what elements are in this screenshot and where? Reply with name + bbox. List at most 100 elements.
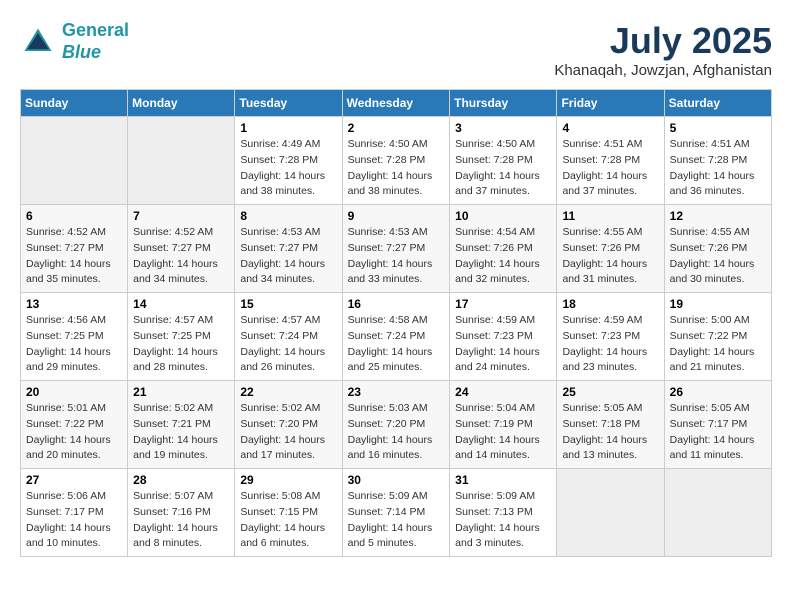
table-row: 5 Sunrise: 4:51 AMSunset: 7:28 PMDaylight… — [664, 117, 771, 205]
table-row: 7 Sunrise: 4:52 AMSunset: 7:27 PMDaylight… — [128, 205, 235, 293]
table-row: 28Sunrise: 5:07 AMSunset: 7:16 PMDayligh… — [128, 469, 235, 557]
day-number: 8 — [240, 209, 336, 223]
col-wednesday: Wednesday — [342, 90, 450, 117]
table-row: 1Sunrise: 4:49 AMSunset: 7:28 PMDaylight… — [235, 117, 342, 205]
table-row: 10 Sunrise: 4:54 AMSunset: 7:26 PMDayligh… — [450, 205, 557, 293]
table-row — [128, 117, 235, 205]
table-row: 16Sunrise: 4:58 AMSunset: 7:24 PMDayligh… — [342, 293, 450, 381]
day-number: 10 — [455, 209, 551, 223]
table-row: 2 Sunrise: 4:50 AMSunset: 7:28 PMDaylight… — [342, 117, 450, 205]
header: General Blue July 2025 Khanaqah, Jowzjan… — [20, 20, 772, 79]
logo-icon — [20, 24, 56, 60]
day-number: 17 — [455, 297, 551, 311]
day-info: Sunrise: 5:09 AMSunset: 7:14 PMDaylight:… — [348, 489, 445, 552]
table-row: 30Sunrise: 5:09 AMSunset: 7:14 PMDayligh… — [342, 469, 450, 557]
day-number: 5 — [670, 121, 766, 135]
table-row: 17 Sunrise: 4:59 AMSunset: 7:23 PMDayligh… — [450, 293, 557, 381]
day-number: 27 — [26, 473, 122, 487]
calendar-week-row: 1Sunrise: 4:49 AMSunset: 7:28 PMDaylight… — [21, 117, 772, 205]
col-tuesday: Tuesday — [235, 90, 342, 117]
day-info: Sunrise: 5:00 AMSunset: 7:22 PMDaylight:… — [670, 313, 766, 376]
day-number: 4 — [562, 121, 658, 135]
calendar: Sunday Monday Tuesday Wednesday Thursday… — [20, 89, 772, 557]
day-number: 23 — [348, 385, 445, 399]
calendar-week-row: 6 Sunrise: 4:52 AMSunset: 7:27 PMDaylight… — [21, 205, 772, 293]
table-row — [664, 469, 771, 557]
table-row — [21, 117, 128, 205]
logo-text: General Blue — [62, 20, 129, 63]
logo-line1: General — [62, 20, 129, 40]
day-info: Sunrise: 4:56 AMSunset: 7:25 PMDaylight:… — [26, 313, 122, 376]
day-info: Sunrise: 5:01 AMSunset: 7:22 PMDaylight:… — [26, 401, 122, 464]
day-info: Sunrise: 5:08 AMSunset: 7:15 PMDaylight:… — [240, 489, 336, 552]
table-row: 8 Sunrise: 4:53 AMSunset: 7:27 PMDaylight… — [235, 205, 342, 293]
table-row: 15Sunrise: 4:57 AMSunset: 7:24 PMDayligh… — [235, 293, 342, 381]
day-number: 7 — [133, 209, 229, 223]
day-number: 6 — [26, 209, 122, 223]
day-info: Sunrise: 4:50 AMSunset: 7:28 PMDaylight:… — [348, 137, 445, 200]
col-friday: Friday — [557, 90, 664, 117]
table-row: 27Sunrise: 5:06 AMSunset: 7:17 PMDayligh… — [21, 469, 128, 557]
table-row: 20 Sunrise: 5:01 AMSunset: 7:22 PMDayligh… — [21, 381, 128, 469]
col-saturday: Saturday — [664, 90, 771, 117]
table-row: 12Sunrise: 4:55 AMSunset: 7:26 PMDayligh… — [664, 205, 771, 293]
table-row: 31Sunrise: 5:09 AMSunset: 7:13 PMDayligh… — [450, 469, 557, 557]
day-info: Sunrise: 4:58 AMSunset: 7:24 PMDaylight:… — [348, 313, 445, 376]
col-thursday: Thursday — [450, 90, 557, 117]
day-number: 2 — [348, 121, 445, 135]
calendar-week-row: 13 Sunrise: 4:56 AMSunset: 7:25 PMDayligh… — [21, 293, 772, 381]
table-row: 22 Sunrise: 5:02 AMSunset: 7:20 PMDayligh… — [235, 381, 342, 469]
table-row: 11 Sunrise: 4:55 AMSunset: 7:26 PMDayligh… — [557, 205, 664, 293]
day-info: Sunrise: 4:54 AMSunset: 7:26 PMDaylight:… — [455, 225, 551, 288]
day-info: Sunrise: 5:02 AMSunset: 7:20 PMDaylight:… — [240, 401, 336, 464]
day-info: Sunrise: 5:09 AMSunset: 7:13 PMDaylight:… — [455, 489, 551, 552]
table-row — [557, 469, 664, 557]
day-info: Sunrise: 4:51 AMSunset: 7:28 PMDaylight:… — [670, 137, 766, 200]
table-row: 4 Sunrise: 4:51 AMSunset: 7:28 PMDaylight… — [557, 117, 664, 205]
day-info: Sunrise: 4:53 AMSunset: 7:27 PMDaylight:… — [240, 225, 336, 288]
table-row: 25Sunrise: 5:05 AMSunset: 7:18 PMDayligh… — [557, 381, 664, 469]
day-info: Sunrise: 5:04 AMSunset: 7:19 PMDaylight:… — [455, 401, 551, 464]
table-row: 29 Sunrise: 5:08 AMSunset: 7:15 PMDayligh… — [235, 469, 342, 557]
day-number: 29 — [240, 473, 336, 487]
table-row: 6 Sunrise: 4:52 AMSunset: 7:27 PMDaylight… — [21, 205, 128, 293]
day-info: Sunrise: 4:53 AMSunset: 7:27 PMDaylight:… — [348, 225, 445, 288]
day-info: Sunrise: 5:02 AMSunset: 7:21 PMDaylight:… — [133, 401, 229, 464]
table-row: 21Sunrise: 5:02 AMSunset: 7:21 PMDayligh… — [128, 381, 235, 469]
day-number: 22 — [240, 385, 336, 399]
day-number: 24 — [455, 385, 551, 399]
table-row: 14Sunrise: 4:57 AMSunset: 7:25 PMDayligh… — [128, 293, 235, 381]
logo-line2: Blue — [62, 42, 101, 62]
day-info: Sunrise: 4:51 AMSunset: 7:28 PMDaylight:… — [562, 137, 658, 200]
day-number: 25 — [562, 385, 658, 399]
calendar-header-row: Sunday Monday Tuesday Wednesday Thursday… — [21, 90, 772, 117]
col-monday: Monday — [128, 90, 235, 117]
table-row: 18Sunrise: 4:59 AMSunset: 7:23 PMDayligh… — [557, 293, 664, 381]
day-number: 13 — [26, 297, 122, 311]
logo: General Blue — [20, 20, 129, 63]
table-row: 19Sunrise: 5:00 AMSunset: 7:22 PMDayligh… — [664, 293, 771, 381]
day-info: Sunrise: 4:50 AMSunset: 7:28 PMDaylight:… — [455, 137, 551, 200]
day-info: Sunrise: 5:05 AMSunset: 7:17 PMDaylight:… — [670, 401, 766, 464]
month-title: July 2025 — [554, 20, 772, 62]
day-info: Sunrise: 5:07 AMSunset: 7:16 PMDaylight:… — [133, 489, 229, 552]
day-number: 1 — [240, 121, 336, 135]
day-number: 15 — [240, 297, 336, 311]
day-number: 9 — [348, 209, 445, 223]
day-info: Sunrise: 4:52 AMSunset: 7:27 PMDaylight:… — [133, 225, 229, 288]
day-info: Sunrise: 4:55 AMSunset: 7:26 PMDaylight:… — [562, 225, 658, 288]
day-number: 18 — [562, 297, 658, 311]
calendar-week-row: 20 Sunrise: 5:01 AMSunset: 7:22 PMDayligh… — [21, 381, 772, 469]
day-number: 3 — [455, 121, 551, 135]
calendar-week-row: 27Sunrise: 5:06 AMSunset: 7:17 PMDayligh… — [21, 469, 772, 557]
day-info: Sunrise: 4:52 AMSunset: 7:27 PMDaylight:… — [26, 225, 122, 288]
table-row: 9 Sunrise: 4:53 AMSunset: 7:27 PMDaylight… — [342, 205, 450, 293]
day-number: 20 — [26, 385, 122, 399]
day-info: Sunrise: 4:59 AMSunset: 7:23 PMDaylight:… — [455, 313, 551, 376]
table-row: 26Sunrise: 5:05 AMSunset: 7:17 PMDayligh… — [664, 381, 771, 469]
day-number: 11 — [562, 209, 658, 223]
table-row: 13 Sunrise: 4:56 AMSunset: 7:25 PMDayligh… — [21, 293, 128, 381]
table-row: 23Sunrise: 5:03 AMSunset: 7:20 PMDayligh… — [342, 381, 450, 469]
table-row: 24 Sunrise: 5:04 AMSunset: 7:19 PMDayligh… — [450, 381, 557, 469]
col-sunday: Sunday — [21, 90, 128, 117]
